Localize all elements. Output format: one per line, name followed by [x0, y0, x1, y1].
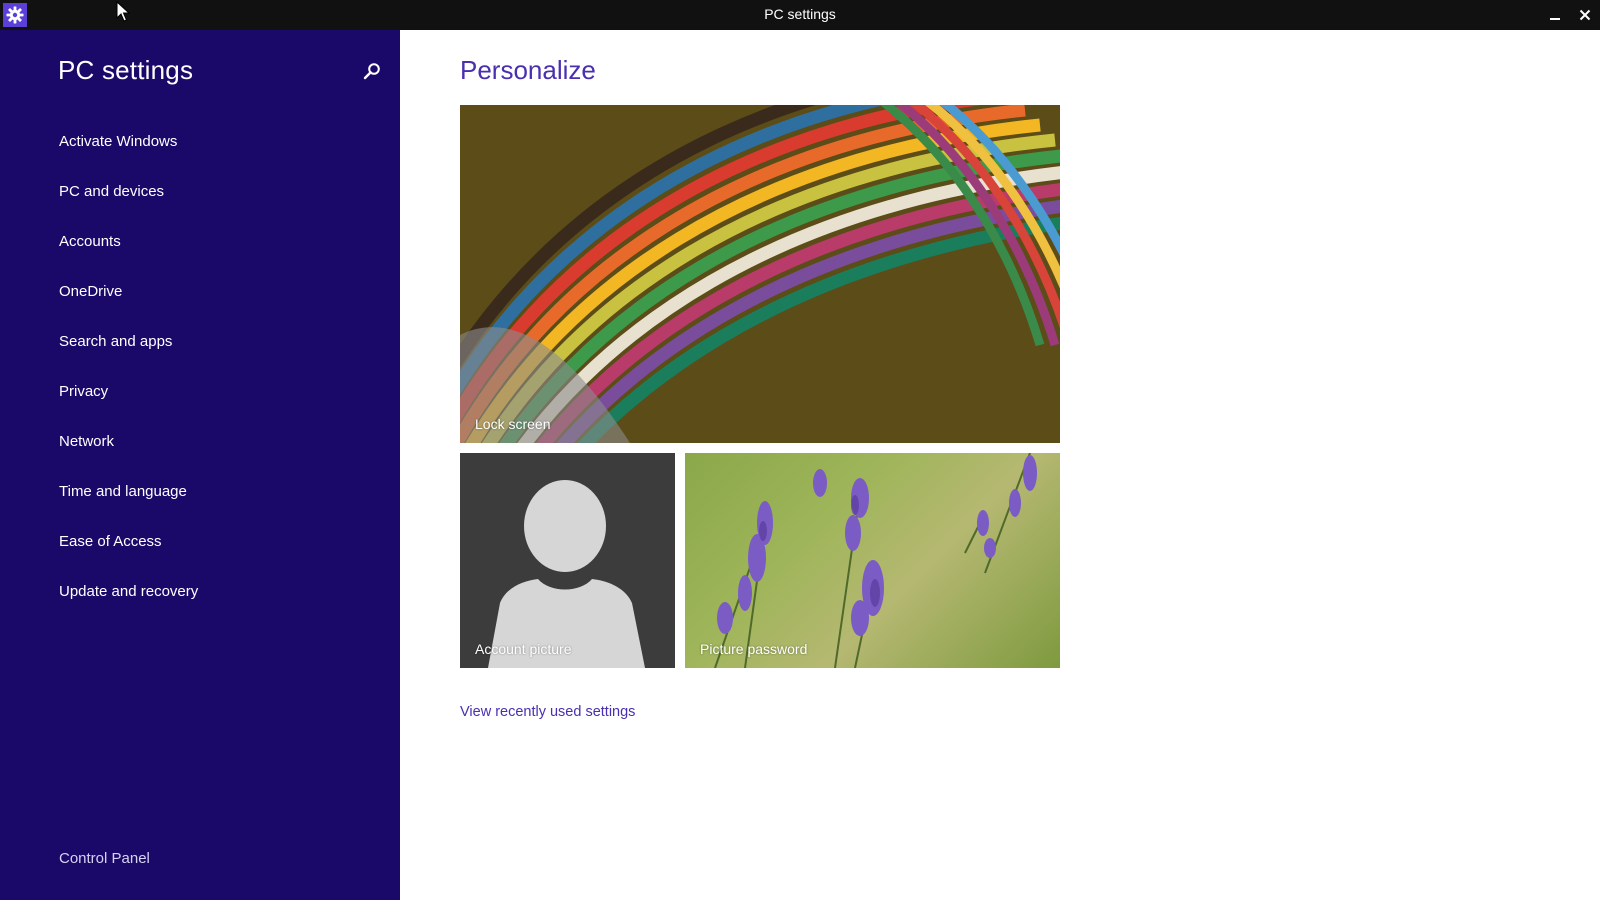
account-picture-label: Account picture	[475, 641, 572, 657]
sidebar-item-privacy[interactable]: Privacy	[59, 381, 198, 431]
mouse-cursor-icon	[116, 0, 131, 27]
sidebar: PC settings Activate Windows PC and devi…	[0, 30, 400, 900]
settings-nav: Activate Windows PC and devices Accounts…	[59, 131, 198, 631]
lavender-image	[714, 453, 1037, 668]
lock-screen-tile[interactable]: Lock screen	[460, 105, 1060, 443]
window-title: PC settings	[764, 6, 836, 22]
title-bar: PC settings	[0, 0, 1600, 30]
sidebar-item-network[interactable]: Network	[59, 431, 198, 481]
minimize-icon[interactable]	[1543, 4, 1567, 26]
sidebar-item-update-and-recovery[interactable]: Update and recovery	[59, 581, 198, 631]
sidebar-item-activate-windows[interactable]: Activate Windows	[59, 131, 198, 181]
sidebar-item-accounts[interactable]: Accounts	[59, 231, 198, 281]
control-panel-link[interactable]: Control Panel	[59, 850, 150, 867]
picture-password-label: Picture password	[700, 641, 808, 657]
sidebar-item-time-and-language[interactable]: Time and language	[59, 481, 198, 531]
lock-screen-label: Lock screen	[475, 416, 551, 432]
close-icon[interactable]	[1573, 4, 1597, 26]
account-picture-tile[interactable]: Account picture	[460, 453, 675, 668]
sidebar-item-onedrive[interactable]: OneDrive	[59, 281, 198, 331]
user-avatar-icon	[488, 480, 645, 668]
sidebar-item-pc-and-devices[interactable]: PC and devices	[59, 181, 198, 231]
view-recent-settings-link[interactable]: View recently used settings	[460, 704, 635, 720]
lock-screen-image	[460, 105, 1060, 443]
sidebar-title: PC settings	[58, 55, 194, 85]
search-icon[interactable]	[360, 59, 384, 83]
page-title: Personalize	[460, 55, 596, 85]
sidebar-item-ease-of-access[interactable]: Ease of Access	[59, 531, 198, 581]
picture-password-tile[interactable]: Picture password	[685, 453, 1060, 668]
sidebar-item-search-and-apps[interactable]: Search and apps	[59, 331, 198, 381]
